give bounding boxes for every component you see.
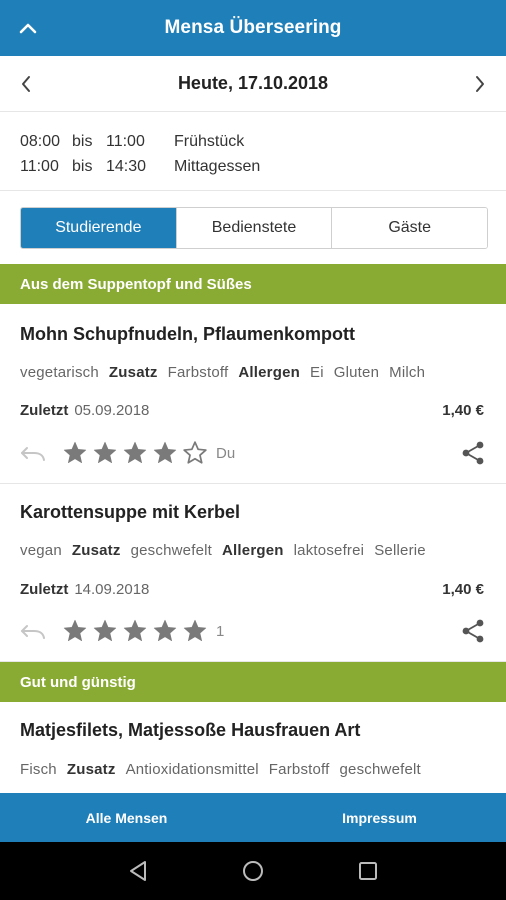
opening-hours: 08:00 bis 11:00 Frühstück 11:00 bis 14:3… (0, 113, 506, 191)
hours-to: 14:30 (106, 157, 147, 175)
last-served: Zuletzt 05.09.2018 (20, 402, 149, 419)
chevron-left-icon[interactable] (12, 70, 40, 98)
meal-tag: Ei (309, 364, 324, 381)
meal-name: Mohn Schupfnudeln, Pflaumenkompott (20, 324, 355, 344)
meal-tag: laktosefrei (293, 542, 365, 559)
hours-separator: bis (72, 157, 93, 175)
star-filled-icon[interactable] (60, 618, 89, 644)
meal-tag: Fisch (20, 761, 57, 778)
meal-tag: Farbstoff (268, 761, 330, 778)
meal-tag: Allergen (238, 364, 300, 381)
last-served-date: 05.09.2018 (74, 402, 150, 419)
meal-tags: vegetarisch Zusatz Farbstoff Allergen Ei Glut… (20, 364, 435, 381)
meal-tag: vegan (20, 542, 62, 559)
meal-tag: Farbstoff (167, 364, 229, 381)
meal-card[interactable]: Mohn Schupfnudeln, Pflaumenkompott veget… (0, 304, 506, 484)
star-filled-icon[interactable] (120, 618, 149, 644)
star-filled-icon[interactable] (90, 440, 119, 466)
chevron-right-icon[interactable] (466, 70, 494, 98)
tab-impressum[interactable]: Impressum (253, 793, 506, 842)
section-header: Aus dem Suppentopf und Süßes (0, 264, 506, 304)
system-navigation-bar (0, 842, 506, 900)
section-header: Gut und günstig (0, 662, 506, 702)
rating-row: 1 (20, 618, 224, 644)
last-served-label: Zuletzt (20, 581, 69, 598)
rating-label: Du (216, 444, 236, 462)
meal-tag: Allergen (222, 542, 284, 559)
meal-card[interactable]: Karottensuppe mit Kerbel vegan Zusatz gesc… (0, 484, 506, 662)
rating-label: 1 (216, 622, 225, 640)
meal-tag: Sellerie (374, 542, 426, 559)
chevron-up-icon[interactable] (14, 14, 42, 42)
meal-name: Matjesfilets, Matjessoße Hausfrauen Art (20, 720, 361, 740)
star-filled-icon[interactable] (150, 618, 179, 644)
tab-alle-mensen[interactable]: Alle Mensen (0, 793, 253, 842)
share-icon[interactable] (460, 618, 486, 644)
meal-tag: Zusatz (66, 761, 116, 778)
meal-tag: Gluten (333, 364, 380, 381)
bottom-tab-bar: Alle Mensen Impressum (0, 793, 506, 842)
hours-to: 11:00 (106, 132, 145, 150)
star-filled-icon[interactable] (90, 618, 119, 644)
home-icon[interactable] (239, 857, 267, 885)
star-outline-icon[interactable] (180, 440, 209, 466)
meal-tag: geschwefelt (130, 542, 213, 559)
star-rating[interactable] (60, 618, 210, 644)
meal-tag: geschwefelt (339, 761, 421, 778)
segment-studierende[interactable]: Studierende (21, 208, 177, 248)
segment-bedienstete[interactable]: Bedienstete (176, 208, 333, 248)
rating-row: Du (20, 440, 235, 466)
segment-gaeste[interactable]: Gäste (332, 208, 487, 248)
meal-tag: vegetarisch (20, 364, 99, 381)
back-icon[interactable] (124, 857, 152, 885)
meal-tags: vegan Zusatz geschwefelt Allergen laktosefre… (20, 542, 436, 559)
meal-price: 1,40 € (442, 581, 484, 598)
meal-tag: Zusatz (108, 364, 158, 381)
recents-icon[interactable] (354, 857, 382, 885)
share-icon[interactable] (460, 440, 486, 466)
last-served-label: Zuletzt (20, 402, 69, 419)
hours-row: 11:00 bis 14:30 Mittagessen (20, 154, 486, 179)
hours-label: Mittagessen (174, 157, 261, 175)
star-filled-icon[interactable] (150, 440, 179, 466)
meal-tag: Antioxidationsmittel (125, 761, 259, 778)
star-rating[interactable] (60, 440, 210, 466)
star-filled-icon[interactable] (120, 440, 149, 466)
star-filled-icon[interactable] (60, 440, 89, 466)
app-bar: Mensa Überseering (0, 0, 506, 56)
price-group-selector: Studierende Bedienstete Gäste (20, 207, 488, 249)
meal-price: 1,40 € (442, 402, 484, 419)
meal-card[interactable]: Matjesfilets, Matjessoße Hausfrauen Art … (0, 702, 506, 793)
star-filled-icon[interactable] (180, 618, 209, 644)
meal-tag: Zusatz (71, 542, 121, 559)
undo-icon[interactable] (20, 441, 50, 465)
hours-separator: bis (72, 132, 93, 150)
date-bar: Heute, 17.10.2018 (0, 56, 506, 112)
hours-from: 08:00 (20, 132, 61, 150)
hours-label: Frühstück (174, 132, 245, 150)
hours-from: 11:00 (20, 157, 59, 175)
hours-row: 08:00 bis 11:00 Frühstück (20, 129, 486, 154)
page-title: Mensa Überseering (164, 17, 342, 38)
last-served: Zuletzt 14.09.2018 (20, 581, 149, 598)
meal-tags: Fisch Zusatz Antioxidationsmittel Farbstoff… (20, 761, 431, 778)
last-served-date: 14.09.2018 (74, 581, 150, 598)
meal-name: Karottensuppe mit Kerbel (20, 502, 241, 522)
undo-icon[interactable] (20, 619, 50, 643)
meal-tag: Milch (389, 364, 426, 381)
current-date: Heute, 17.10.2018 (177, 73, 329, 93)
